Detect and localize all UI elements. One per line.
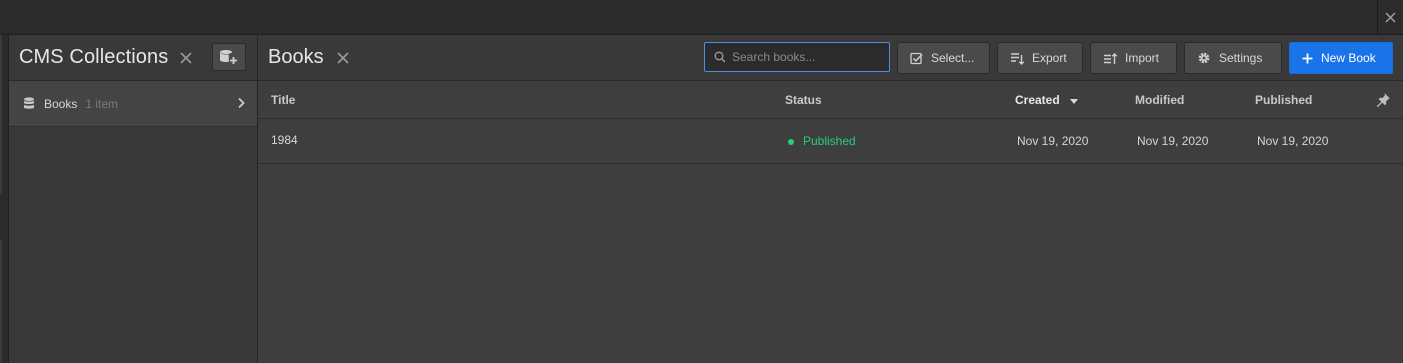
search-input[interactable]: [732, 50, 882, 64]
collections-title: CMS Collections: [19, 46, 169, 68]
collection-item-count: 1 item: [85, 96, 119, 111]
select-button-label: Select...: [931, 51, 975, 65]
checkbox-icon: [910, 52, 923, 65]
column-header-created-label: Created: [1015, 93, 1060, 107]
export-icon: [1010, 52, 1024, 65]
close-collections-button[interactable]: [179, 51, 193, 65]
gear-icon: [1197, 51, 1211, 65]
plus-icon: [1302, 53, 1313, 64]
cell-title: 1984: [271, 133, 298, 147]
select-button[interactable]: Select...: [897, 42, 990, 74]
export-button-label: Export: [1032, 51, 1067, 65]
settings-button-label: Settings: [1219, 51, 1263, 65]
close-icon: [1385, 12, 1396, 23]
cell-published: Nov 19, 2020: [1257, 134, 1329, 148]
sort-desc-icon: [1070, 99, 1079, 104]
close-collection-button[interactable]: [336, 51, 350, 65]
new-book-button-label: New Book: [1321, 51, 1376, 65]
column-header-published[interactable]: Published: [1255, 93, 1312, 107]
collection-item-books[interactable]: Books 1 item: [9, 81, 257, 127]
add-collection-icon: [220, 50, 237, 64]
search-icon: [714, 51, 726, 63]
table-header: Title Status Created Modified Published: [258, 81, 1403, 119]
close-window-button[interactable]: [1378, 0, 1403, 35]
cell-modified: Nov 19, 2020: [1137, 134, 1209, 148]
gutter-mark: [0, 35, 2, 195]
chevron-right-icon: [238, 97, 245, 109]
import-icon: [1103, 52, 1117, 65]
collection-header: Books Select...: [258, 35, 1403, 81]
add-collection-button[interactable]: [212, 43, 246, 71]
collection-item-label: Books: [44, 96, 78, 111]
column-header-title[interactable]: Title: [271, 93, 295, 107]
database-icon: [24, 97, 34, 109]
column-header-created[interactable]: Created: [1015, 93, 1079, 107]
status-dot: [788, 139, 794, 145]
export-button[interactable]: Export: [997, 42, 1083, 74]
search-box[interactable]: [704, 42, 890, 72]
cell-created: Nov 19, 2020: [1017, 134, 1089, 148]
column-header-status[interactable]: Status: [785, 93, 822, 107]
toolbar: Select... Export Import: [704, 42, 1393, 74]
pin-icon[interactable]: [1376, 92, 1391, 107]
status-badge: Published: [803, 134, 856, 148]
collections-header: CMS Collections: [9, 35, 257, 81]
table-row[interactable]: 1984 Published Nov 19, 2020 Nov 19, 2020…: [258, 119, 1403, 164]
settings-button[interactable]: Settings: [1184, 42, 1282, 74]
gutter-mark: [0, 240, 2, 363]
import-button[interactable]: Import: [1090, 42, 1177, 74]
top-bar: [0, 0, 1403, 35]
collections-panel: CMS Collections Books 1 item: [9, 35, 258, 363]
new-book-button[interactable]: New Book: [1289, 42, 1393, 74]
collection-view: Books Select...: [258, 35, 1403, 363]
column-header-modified[interactable]: Modified: [1135, 93, 1184, 107]
left-gutter: [0, 35, 9, 363]
import-button-label: Import: [1125, 51, 1160, 65]
page-title: Books: [268, 46, 324, 68]
